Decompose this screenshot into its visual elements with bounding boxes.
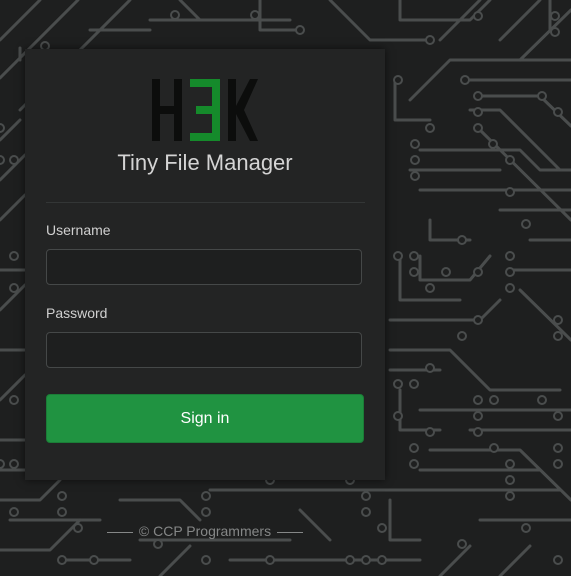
footer: © CCP Programmers xyxy=(0,522,410,540)
password-label: Password xyxy=(46,305,108,321)
footer-credit: © CCP Programmers xyxy=(138,523,272,539)
login-card: Tiny File Manager Username Password Sign… xyxy=(25,49,385,480)
password-input[interactable] xyxy=(46,332,362,368)
footer-dash-right xyxy=(277,531,304,533)
header-divider xyxy=(46,202,365,203)
sign-in-button[interactable]: Sign in xyxy=(46,394,364,443)
h3k-logo xyxy=(152,79,258,141)
username-input[interactable] xyxy=(46,249,362,285)
footer-dash-left xyxy=(106,531,133,533)
username-label: Username xyxy=(46,222,111,238)
app-title: Tiny File Manager xyxy=(117,150,293,175)
